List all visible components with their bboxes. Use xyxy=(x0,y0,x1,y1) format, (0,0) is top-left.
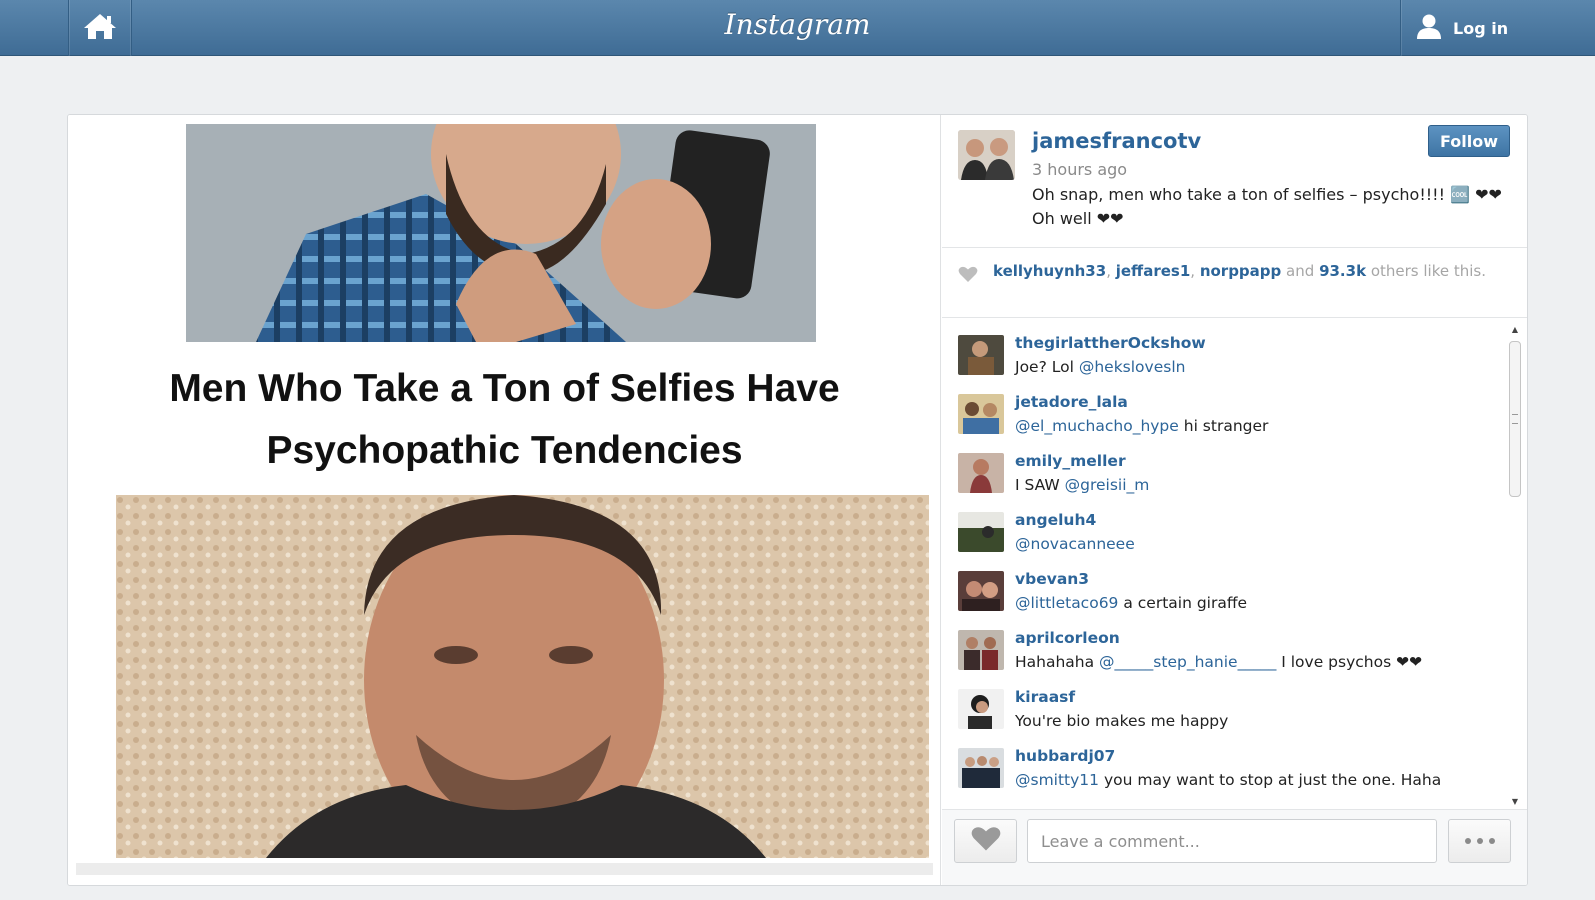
instagram-logo: Instagram xyxy=(724,8,871,41)
article-headline: Men Who Take a Ton of Selfies Have Psych… xyxy=(169,367,840,472)
commenter-avatar[interactable] xyxy=(958,512,1004,552)
more-icon xyxy=(1476,838,1483,844)
more-icon xyxy=(1488,838,1495,844)
post-timestamp: 3 hours ago xyxy=(1032,160,1128,179)
comment-input[interactable] xyxy=(1027,819,1437,863)
likes-count: 93.3k xyxy=(1319,262,1367,280)
comment-item: hubbardj07 @smitty11 you may want to sto… xyxy=(958,736,1498,795)
heart-icon xyxy=(958,266,978,287)
post-media: Men Who Take a Ton of Selfies Have Psych… xyxy=(68,115,941,885)
scroll-down-arrow-icon[interactable]: ▼ xyxy=(1507,795,1523,807)
comment-mention[interactable]: @_____step_hanie_____ xyxy=(1099,653,1276,671)
comment-item: thegirlattherOckshow Joe? Lol @heksloves… xyxy=(958,323,1498,382)
comments-list: thegirlattherOckshow Joe? Lol @heksloves… xyxy=(942,319,1527,809)
comment-text: You're bio makes me happy xyxy=(1015,712,1229,730)
comment-mention[interactable]: @greisii_m xyxy=(1065,476,1150,494)
likes-and: and xyxy=(1286,262,1315,280)
scroll-thumb[interactable] xyxy=(1509,341,1521,497)
comment-bar xyxy=(942,809,1527,885)
heart-icon xyxy=(970,826,1002,856)
like-button[interactable] xyxy=(954,819,1017,863)
login-label: Log in xyxy=(1453,18,1509,38)
owner-username[interactable]: jamesfrancotv xyxy=(1032,129,1201,153)
comment-item: kiraasf You're bio makes me happy xyxy=(958,677,1498,736)
owner-avatar[interactable] xyxy=(958,130,1015,180)
commenter-avatar[interactable] xyxy=(958,335,1004,375)
commenter-username[interactable]: angeluh4 xyxy=(1015,511,1096,529)
comment-item: aprilcorleon Hahahaha @_____step_hanie__… xyxy=(958,618,1498,677)
comment-mention[interactable]: @smitty11 xyxy=(1015,771,1099,789)
commenter-username[interactable]: emily_meller xyxy=(1015,452,1126,470)
post-card: Men Who Take a Ton of Selfies Have Psych… xyxy=(67,114,1528,886)
commenter-avatar[interactable] xyxy=(958,748,1004,788)
user-icon xyxy=(1415,13,1443,43)
liker-1[interactable]: kellyhuynh33 xyxy=(993,262,1106,280)
more-options-button[interactable] xyxy=(1448,819,1511,863)
comment-text: @littletaco69 a certain giraffe xyxy=(1015,594,1248,612)
comment-item: angeluh4 @novacanneee xyxy=(958,500,1498,559)
liker-3[interactable]: norppapp xyxy=(1200,262,1281,280)
comment-text: @smitty11 you may want to stop at just t… xyxy=(1015,771,1442,789)
post-caption: Oh snap, men who take a ton of selfies –… xyxy=(1032,185,1502,228)
comment-item: jetadore_lala @el_muchacho_hype hi stran… xyxy=(958,382,1498,441)
comment-mention[interactable]: @novacanneee xyxy=(1015,535,1135,553)
likes-text: kellyhuynh33, jeffares1, norppapp and 93… xyxy=(993,262,1487,280)
likes-suffix: others like this. xyxy=(1370,262,1487,280)
commenter-username[interactable]: thegirlattherOckshow xyxy=(1015,334,1206,352)
post-sidebar: jamesfrancotv Follow 3 hours ago Oh snap… xyxy=(942,115,1527,885)
commenter-username[interactable]: aprilcorleon xyxy=(1015,629,1120,647)
comment-mention[interactable]: @hekslovesln xyxy=(1079,358,1186,376)
commenter-username[interactable]: hubbardj07 xyxy=(1015,747,1115,765)
media-divider xyxy=(76,863,933,875)
commenter-username[interactable]: jetadore_lala xyxy=(1015,393,1128,411)
commenter-avatar[interactable] xyxy=(958,394,1004,434)
comment-mention[interactable]: @littletaco69 xyxy=(1015,594,1118,612)
comment-mention[interactable]: @el_muchacho_hype xyxy=(1015,417,1179,435)
comment-text: I SAW @greisii_m xyxy=(1015,476,1150,494)
commenter-avatar[interactable] xyxy=(958,571,1004,611)
more-icon xyxy=(1464,838,1471,844)
comment-item: emily_meller I SAW @greisii_m xyxy=(958,441,1498,500)
liker-2[interactable]: jeffares1 xyxy=(1116,262,1191,280)
top-nav-bar: Instagram Log in xyxy=(0,0,1595,56)
commenter-username[interactable]: kiraasf xyxy=(1015,688,1075,706)
commenter-avatar[interactable] xyxy=(958,689,1004,729)
commenter-avatar[interactable] xyxy=(958,453,1004,493)
comment-text: @el_muchacho_hype hi stranger xyxy=(1015,417,1269,435)
comment-item: vbevan3 @littletaco69 a certain giraffe xyxy=(958,559,1498,618)
comment-text: Hahahaha @_____step_hanie_____ I love ps… xyxy=(1015,653,1423,671)
follow-button[interactable]: Follow xyxy=(1428,125,1510,157)
commenter-avatar[interactable] xyxy=(958,630,1004,670)
comments-scrollbar[interactable]: ▲ ▼ xyxy=(1507,323,1523,807)
post-header: jamesfrancotv Follow 3 hours ago Oh snap… xyxy=(942,115,1527,248)
login-button[interactable]: Log in xyxy=(1400,0,1595,56)
scroll-grip-icon xyxy=(1512,414,1518,424)
comment-text: Joe? Lol @hekslovesln xyxy=(1015,358,1186,376)
scroll-up-arrow-icon[interactable]: ▲ xyxy=(1507,323,1523,335)
commenter-username[interactable]: vbevan3 xyxy=(1015,570,1089,588)
selfie-photo-top xyxy=(186,124,816,342)
likes-summary: kellyhuynh33, jeffares1, norppapp and 93… xyxy=(942,248,1527,318)
selfie-photo-bottom xyxy=(116,495,929,858)
comment-text: @novacanneee xyxy=(1015,535,1135,553)
